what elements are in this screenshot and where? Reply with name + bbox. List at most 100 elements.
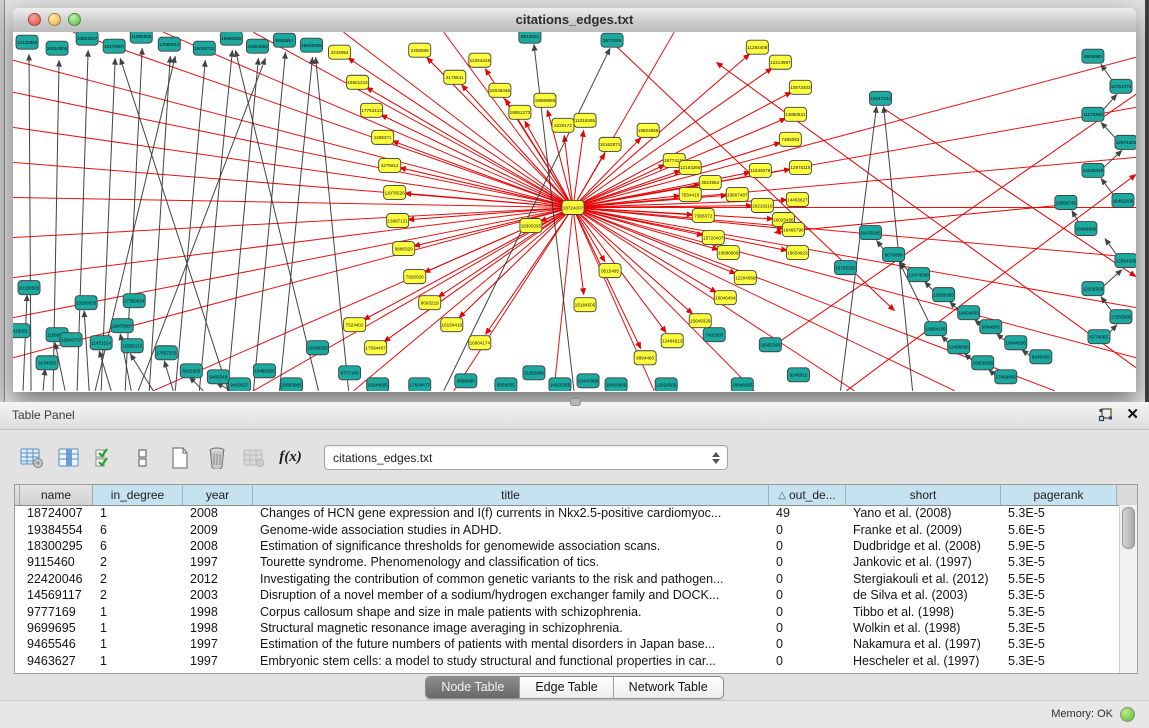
table-cell[interactable]: 6 <box>93 539 183 553</box>
table-cell[interactable]: Estimation of the future numbers of pati… <box>253 637 769 651</box>
table-cell[interactable]: 1 <box>93 637 183 651</box>
table-cell[interactable]: 5.3E-5 <box>1001 588 1117 602</box>
table-cell[interactable]: 5.3E-5 <box>1001 605 1117 619</box>
table-chooser-dropdown[interactable]: citations_edges.txt <box>324 445 728 470</box>
table-row[interactable]: 1938455462009Genome-wide association stu… <box>15 521 1120 537</box>
table-row[interactable]: 2242004622012Investigating the contribut… <box>15 571 1120 587</box>
zoom-window-button[interactable] <box>68 13 81 26</box>
panel-resize-handle[interactable] <box>570 398 581 406</box>
table-cell[interactable]: 5.5E-5 <box>1001 572 1117 586</box>
table-cell[interactable]: Changes of HCN gene expression and I(f) … <box>253 506 769 520</box>
table-cell[interactable]: 2009 <box>183 523 253 537</box>
table-cell[interactable]: 0 <box>769 539 846 553</box>
tab-edge-table[interactable]: Edge Table <box>520 677 613 698</box>
table-cell[interactable]: Genome-wide association studies in ADHD. <box>253 523 769 537</box>
table-cell[interactable]: 2 <box>93 555 183 569</box>
delete-column-icon[interactable] <box>240 444 267 471</box>
table-cell[interactable]: 5.3E-5 <box>1001 637 1117 651</box>
tab-node-table[interactable]: Node Table <box>426 677 520 698</box>
column-visibility-icon[interactable] <box>55 444 82 471</box>
table-cell[interactable]: 0 <box>769 654 846 668</box>
table-cell[interactable]: Structural magnetic resonance image aver… <box>253 621 769 635</box>
tab-network-table[interactable]: Network Table <box>614 677 723 698</box>
table-cell[interactable]: 49 <box>769 506 846 520</box>
table-cell[interactable]: 5.3E-5 <box>1001 621 1117 635</box>
table-cell[interactable]: 1997 <box>183 637 253 651</box>
column-header-title[interactable]: title <box>253 485 769 505</box>
table-cell[interactable]: 0 <box>769 621 846 635</box>
table-cell[interactable]: Disruption of a novel member of a sodium… <box>253 588 769 602</box>
table-cell[interactable]: Investigating the contribution of common… <box>253 572 769 586</box>
table-cell[interactable]: 2008 <box>183 506 253 520</box>
table-cell[interactable]: 5.3E-5 <box>1001 555 1117 569</box>
table-cell[interactable]: 1997 <box>183 654 253 668</box>
table-cell[interactable]: 5.3E-5 <box>1001 654 1117 668</box>
table-cell[interactable]: Nakamura et al. (1997) <box>846 637 1001 651</box>
table-cell[interactable]: 5.3E-5 <box>1001 506 1117 520</box>
table-cell[interactable]: Jankovic et al. (1997) <box>846 555 1001 569</box>
table-cell[interactable]: 9699695 <box>20 621 93 635</box>
table-cell[interactable]: 1998 <box>183 621 253 635</box>
column-header-in-degree[interactable]: in_degree <box>93 485 183 505</box>
row-select-icon[interactable] <box>92 444 119 471</box>
table-cell[interactable]: 1 <box>93 506 183 520</box>
column-header-out-de-[interactable]: △out_de... <box>769 485 846 505</box>
table-cell[interactable]: 0 <box>769 637 846 651</box>
table-cell[interactable]: Yano et al. (2008) <box>846 506 1001 520</box>
column-header-short[interactable]: short <box>846 485 1001 505</box>
table-cell[interactable]: Stergiakouli et al. (2012) <box>846 572 1001 586</box>
table-cell[interactable]: 9777169 <box>20 605 93 619</box>
table-row[interactable]: 1456911722003Disruption of a novel membe… <box>15 587 1120 603</box>
vertical-scrollbar[interactable] <box>1119 505 1137 673</box>
delete-table-icon[interactable] <box>203 444 230 471</box>
table-cell[interactable]: 1997 <box>183 555 253 569</box>
table-cell[interactable]: 1 <box>93 654 183 668</box>
scrollbar-thumb[interactable] <box>1122 507 1135 549</box>
table-cell[interactable]: 1 <box>93 605 183 619</box>
table-cell[interactable]: de Silva et al. (2003) <box>846 588 1001 602</box>
table-cell[interactable]: Dudbridge et al. (2008) <box>846 539 1001 553</box>
column-header-name[interactable]: name <box>20 485 93 505</box>
table-cell[interactable]: 0 <box>769 588 846 602</box>
table-cell[interactable]: 5.6E-5 <box>1001 523 1117 537</box>
table-cell[interactable]: 2003 <box>183 588 253 602</box>
column-header-year[interactable]: year <box>183 485 253 505</box>
table-cell[interactable]: 1 <box>93 621 183 635</box>
table-cell[interactable]: 9463627 <box>20 654 93 668</box>
table-cell[interactable]: 9465546 <box>20 637 93 651</box>
table-cell[interactable]: Tourette syndrome. Phenomenology and cla… <box>253 555 769 569</box>
table-cell[interactable]: Embryonic stem cells: a model to study s… <box>253 654 769 668</box>
table-cell[interactable]: 6 <box>93 523 183 537</box>
network-view-canvas[interactable]: 1412285520010505105532571527600711890565… <box>13 32 1136 391</box>
row-height-icon[interactable] <box>129 444 156 471</box>
table-cell[interactable]: Corpus callosum shape and size in male p… <box>253 605 769 619</box>
table-cell[interactable]: 19384554 <box>20 523 93 537</box>
table-cell[interactable]: 2 <box>93 588 183 602</box>
table-cell[interactable]: 2012 <box>183 572 253 586</box>
table-cell[interactable]: 2008 <box>183 539 253 553</box>
new-table-icon[interactable] <box>166 444 193 471</box>
table-row[interactable]: 969969511998Structural magnetic resonanc… <box>15 620 1120 636</box>
table-cell[interactable]: 22420046 <box>20 572 93 586</box>
table-row[interactable]: 911546021997Tourette syndrome. Phenomeno… <box>15 554 1120 570</box>
table-row[interactable]: 1872400712008Changes of HCN gene express… <box>15 505 1120 521</box>
network-window-titlebar[interactable]: citations_edges.txt <box>13 8 1136 33</box>
float-panel-icon[interactable] <box>1098 407 1114 423</box>
table-cell[interactable]: 18724007 <box>20 506 93 520</box>
table-cell[interactable]: 1998 <box>183 605 253 619</box>
table-cell[interactable]: 2 <box>93 572 183 586</box>
table-row[interactable]: 977716911998Corpus callosum shape and si… <box>15 603 1120 619</box>
table-cell[interactable]: 18300295 <box>20 539 93 553</box>
table-cell[interactable]: 0 <box>769 605 846 619</box>
close-window-button[interactable] <box>28 13 41 26</box>
table-cell[interactable]: Wolkin et al. (1998) <box>846 621 1001 635</box>
table-panel-header[interactable]: Table Panel ✕ <box>0 402 1149 430</box>
table-cell[interactable]: 0 <box>769 555 846 569</box>
minimize-window-button[interactable] <box>48 13 61 26</box>
import-table-icon[interactable] <box>18 444 45 471</box>
table-row[interactable]: 1830029562008Estimation of significance … <box>15 538 1120 554</box>
table-row[interactable]: 946554611997Estimation of the future num… <box>15 636 1120 652</box>
table-cell[interactable]: 14569117 <box>20 588 93 602</box>
table-cell[interactable]: 5.9E-5 <box>1001 539 1117 553</box>
table-cell[interactable]: Estimation of significance thresholds fo… <box>253 539 769 553</box>
